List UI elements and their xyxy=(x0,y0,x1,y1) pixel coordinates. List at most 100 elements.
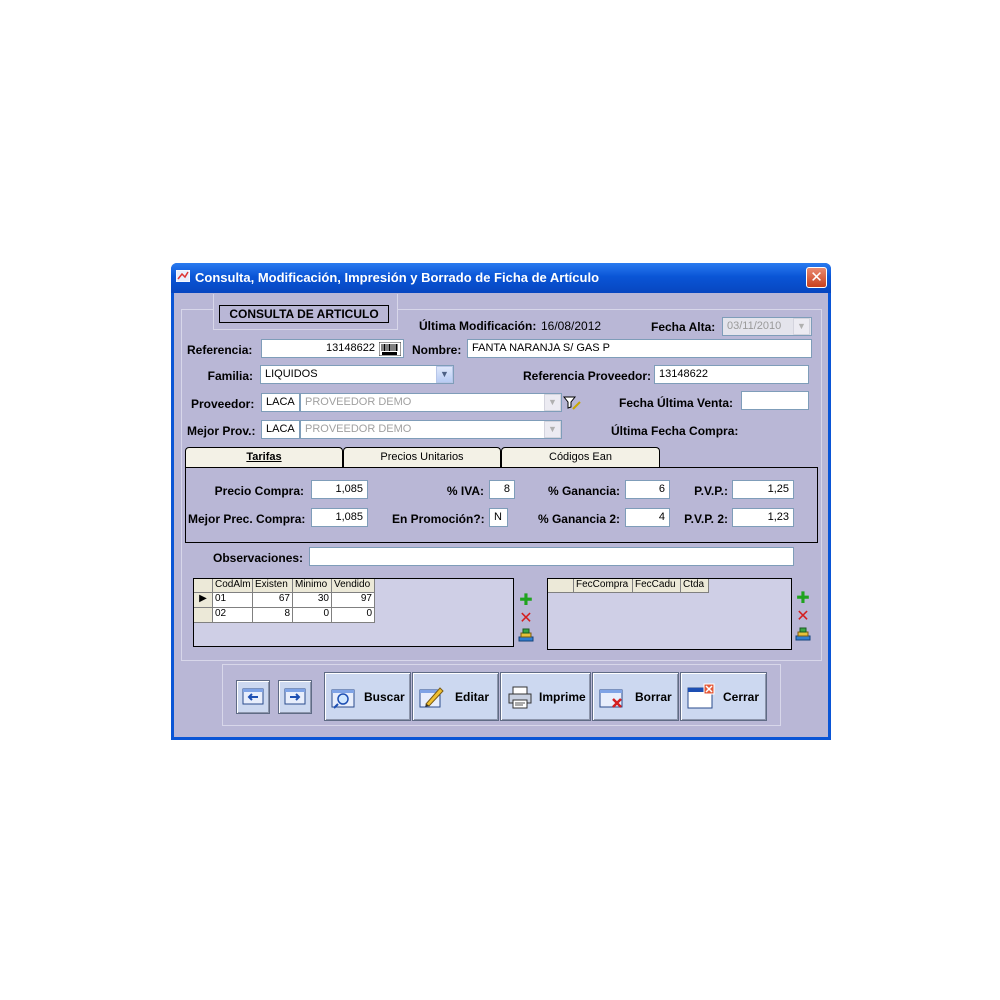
ganancia2-label: % Ganancia 2: xyxy=(537,512,620,526)
buscar-button[interactable]: Buscar xyxy=(324,672,411,721)
promocion-input[interactable]: N xyxy=(489,508,508,527)
proveedor-code-input[interactable]: LACA xyxy=(261,393,300,412)
proveedor-name-select: PROVEEDOR DEMO xyxy=(300,393,562,412)
referencia-proveedor-value: 13148622 xyxy=(659,368,708,380)
iva-input[interactable]: 8 xyxy=(489,480,515,499)
grid-corner xyxy=(194,579,213,593)
column-header[interactable]: Ctda xyxy=(681,579,709,593)
pvp-label: P.V.P.: xyxy=(694,484,728,498)
mejor-prov-name-select: PROVEEDOR DEMO xyxy=(300,420,562,439)
ganancia-input[interactable]: 6 xyxy=(625,480,670,499)
iva-value: 8 xyxy=(503,483,510,495)
proveedor-name: PROVEEDOR DEMO xyxy=(305,396,412,408)
promocion-value: N xyxy=(494,511,502,523)
table-cell[interactable]: 0 xyxy=(293,608,332,623)
printer-icon xyxy=(508,686,532,709)
delete-icon[interactable]: ✕ xyxy=(518,611,534,627)
mejor-prec-compra-input[interactable]: 1,085 xyxy=(311,508,368,527)
cerrar-button[interactable]: Cerrar xyxy=(680,672,767,721)
table-cell[interactable]: 01 xyxy=(213,593,253,608)
familia-value: LIQUIDOS xyxy=(265,368,318,380)
pvp2-input[interactable]: 1,23 xyxy=(732,508,794,527)
edit-icon xyxy=(419,687,444,708)
tab-tarifas[interactable]: Tarifas xyxy=(185,447,343,468)
proveedor-dropdown-icon: ▼ xyxy=(544,394,561,411)
add-icon[interactable]: ✚ xyxy=(795,591,811,607)
close-window-button[interactable]: ✕ xyxy=(806,267,827,288)
editar-button[interactable]: Editar xyxy=(412,672,499,721)
referencia-label: Referencia: xyxy=(187,343,253,357)
stack-icon[interactable] xyxy=(518,627,534,643)
column-header[interactable]: Existen xyxy=(253,579,293,593)
add-icon[interactable]: ✚ xyxy=(518,593,534,609)
column-header[interactable]: CodAlm xyxy=(213,579,253,593)
proveedor-code: LACA xyxy=(266,396,295,408)
delete-record-icon xyxy=(599,689,623,708)
fecha-alta-dropdown-icon: ▼ xyxy=(793,318,810,335)
previous-record-button[interactable] xyxy=(236,680,270,714)
column-header[interactable]: FecCadu xyxy=(633,579,681,593)
column-header[interactable]: FecCompra xyxy=(574,579,633,593)
referencia-value: 13148622 xyxy=(326,342,375,354)
row-selector[interactable] xyxy=(194,608,213,623)
pvp-input[interactable]: 1,25 xyxy=(732,480,794,499)
table-cell[interactable]: 67 xyxy=(253,593,293,608)
familia-label: Familia: xyxy=(207,369,253,383)
ganancia-value: 6 xyxy=(658,483,665,495)
pvp2-value: 1,23 xyxy=(767,511,789,523)
stock-grid[interactable]: CodAlm Existen Minimo Vendido ▶ 01 67 30… xyxy=(193,578,514,647)
fecha-ultima-venta-label: Fecha Última Venta: xyxy=(619,396,734,410)
ultima-fecha-compra-label: Última Fecha Compra: xyxy=(611,424,739,438)
filter-icon[interactable] xyxy=(563,395,581,411)
table-cell[interactable]: 8 xyxy=(253,608,293,623)
compras-grid[interactable]: FecCompra FecCadu Ctda xyxy=(547,578,792,650)
ganancia2-input[interactable]: 4 xyxy=(625,508,670,527)
ultima-modificacion-value: 16/08/2012 xyxy=(541,319,602,333)
promocion-label: En Promoción?: xyxy=(392,512,485,526)
fecha-alta-value: 03/11/2010 xyxy=(727,320,782,332)
mejor-prov-code-input[interactable]: LACA xyxy=(261,420,300,439)
stack-icon[interactable] xyxy=(795,626,811,642)
fecha-alta-label: Fecha Alta: xyxy=(651,320,716,334)
precio-compra-input[interactable]: 1,085 xyxy=(311,480,368,499)
barcode-icon[interactable] xyxy=(379,342,401,356)
ganancia-label: % Ganancia: xyxy=(547,484,620,498)
mejor-prov-label: Mejor Prov.: xyxy=(187,424,256,438)
observaciones-input[interactable] xyxy=(309,547,794,566)
pvp2-label: P.V.P. 2: xyxy=(684,512,728,526)
table-cell[interactable]: 02 xyxy=(213,608,253,623)
row-selector-icon[interactable]: ▶ xyxy=(194,593,213,608)
column-header[interactable]: Minimo xyxy=(293,579,332,593)
familia-dropdown-icon[interactable]: ▼ xyxy=(436,366,453,383)
tab-precios-unitarios[interactable]: Precios Unitarios xyxy=(343,447,501,467)
next-record-button[interactable] xyxy=(278,680,312,714)
column-header[interactable]: Vendido xyxy=(332,579,375,593)
buscar-label: Buscar xyxy=(364,690,405,704)
editar-label: Editar xyxy=(455,690,490,704)
proveedor-label: Proveedor: xyxy=(191,397,255,411)
borrar-button[interactable]: Borrar xyxy=(592,672,679,721)
pvp-value: 1,25 xyxy=(767,483,789,495)
next-arrow-icon xyxy=(284,688,306,705)
borrar-label: Borrar xyxy=(635,690,672,704)
nombre-label: Nombre: xyxy=(412,343,462,357)
delete-icon[interactable]: ✕ xyxy=(795,609,811,625)
table-cell[interactable]: 97 xyxy=(332,593,375,608)
app-icon xyxy=(176,270,190,282)
precio-compra-value: 1,085 xyxy=(335,483,363,495)
imprime-button[interactable]: Imprime xyxy=(500,672,591,721)
imprime-label: Imprime xyxy=(539,690,586,704)
table-cell[interactable]: 30 xyxy=(293,593,332,608)
table-cell[interactable]: 0 xyxy=(332,608,375,623)
nombre-value: FANTA NARANJA S/ GAS P xyxy=(472,342,610,354)
mejor-prec-compra-label: Mejor Prec. Compra: xyxy=(188,512,306,526)
nombre-input[interactable]: FANTA NARANJA S/ GAS P xyxy=(467,339,812,358)
familia-select[interactable]: LIQUIDOS xyxy=(260,365,454,384)
tarifas-tab-panel xyxy=(185,467,818,543)
referencia-proveedor-input[interactable]: 13148622 xyxy=(654,365,809,384)
fecha-ultima-venta-input[interactable] xyxy=(741,391,809,410)
close-window-icon xyxy=(687,683,715,709)
ganancia2-value: 4 xyxy=(658,511,665,523)
tab-codigos-ean[interactable]: Códigos Ean xyxy=(501,447,660,467)
section-title: CONSULTA DE ARTICULO xyxy=(219,305,389,323)
